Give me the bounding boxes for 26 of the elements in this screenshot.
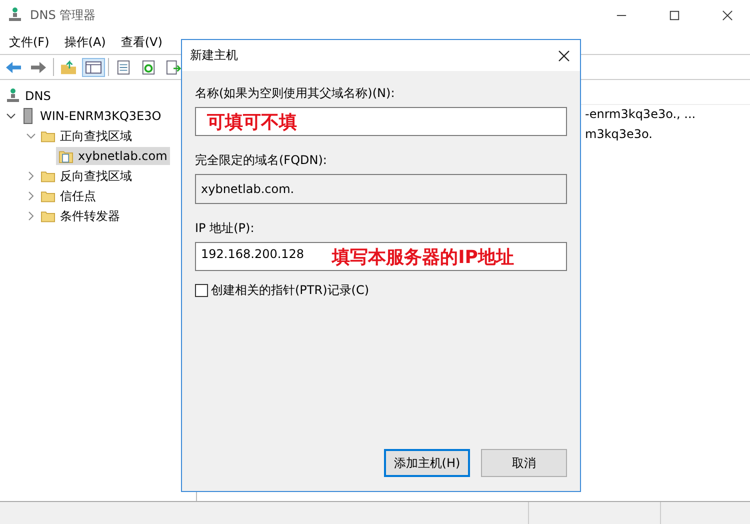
tree-item[interactable]: 条件转发器 <box>60 208 120 224</box>
menu-item[interactable]: 查看(V) <box>120 34 162 50</box>
annotation: 可填可不填 <box>206 110 297 134</box>
menu-item[interactable]: 操作(A) <box>64 34 106 50</box>
annotation: 填写本服务器的IP地址 <box>330 246 514 268</box>
zone-label: xybnetlab.com <box>78 149 168 163</box>
tree-item[interactable]: WIN-ENRM3KQ3E3O <box>40 109 162 123</box>
field-label: IP 地址(P): <box>195 220 256 237</box>
tree-item[interactable]: xybnetlab.com <box>56 147 170 165</box>
record-cell-text: m3kq3e3o. <box>585 127 654 141</box>
record-cell-text: -enrm3kq3e3o., ... <box>585 107 697 121</box>
fqdn-field: xybnetlab.com. <box>195 174 567 204</box>
name-field[interactable]: 可填可不填 <box>195 107 567 136</box>
tree-item[interactable]: 正向查找区域 <box>60 128 132 144</box>
dialog-title: 新建主机 <box>190 47 238 64</box>
tree-item[interactable]: 反向查找区域 <box>60 168 132 184</box>
field-label: 完全限定的域名(FQDN): <box>195 152 328 169</box>
dialog-button[interactable]: 添加主机(H) <box>384 449 470 477</box>
tree-item[interactable]: 信任点 <box>60 188 96 204</box>
dialog-button[interactable]: 取消 <box>481 449 567 477</box>
tree-item[interactable]: DNS <box>25 89 51 103</box>
ip-field[interactable]: 192.168.200.128 填写本服务器的IP地址 <box>195 242 567 271</box>
window-title: DNS 管理器 <box>30 6 96 24</box>
field-label: 名称(如果为空则使用其父域名称)(N): <box>195 85 396 102</box>
checkbox-label[interactable]: 创建相关的指针(PTR)记录(C) <box>211 282 370 299</box>
menu-item[interactable]: 文件(F) <box>9 34 50 50</box>
